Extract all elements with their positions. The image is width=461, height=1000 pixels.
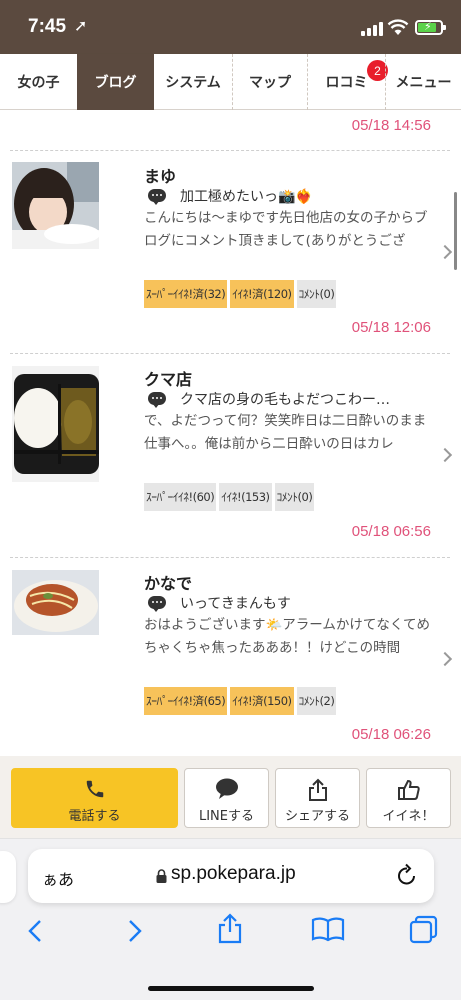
tab-blog[interactable]: ブログ (77, 54, 154, 110)
share-button[interactable]: シェアする (275, 768, 360, 828)
post-author: まゆ (144, 167, 177, 186)
post-date: 05/18 06:56 (351, 523, 431, 540)
chevron-right-icon[interactable] (437, 651, 453, 667)
post-excerpt: こんにちは〜まゆです先日他店の女の子からブログにコメント頂きまして(ありがとうご… (144, 210, 428, 249)
forward-icon[interactable] (124, 917, 144, 945)
chevron-right-icon[interactable] (437, 447, 453, 463)
share-label: シェアする (284, 809, 350, 824)
thumbs-up-icon (397, 779, 420, 800)
reaction-tags: ｽｰﾊﾟｰｲｲﾈ!済(65) ｲｲﾈ!済(150) ｺﾒﾝﾄ(2) (144, 687, 337, 715)
comment-button[interactable]: ｺﾒﾝﾄ(0) (296, 280, 337, 308)
post-author: かなで (144, 574, 193, 593)
wifi-icon (387, 19, 409, 35)
post-thumbnail[interactable] (12, 570, 99, 635)
chat-bubble-icon (215, 778, 238, 799)
share-icon (308, 778, 327, 801)
super-like-button[interactable]: ｽｰﾊﾟｰｲｲﾈ!(60) (144, 483, 217, 511)
post-title-row: 加工極めたいっ📸❤️‍🔥 (148, 186, 313, 206)
okonomiyaki-photo-icon (12, 570, 99, 635)
reaction-tags: ｽｰﾊﾟｰｲｲﾈ!(60) ｲｲﾈ!(153) ｺﾒﾝﾄ(0) (144, 483, 315, 511)
back-icon[interactable] (26, 917, 46, 945)
super-like-button[interactable]: ｽｰﾊﾟｰｲｲﾈ!済(65) (144, 687, 228, 715)
reader-text-size-button[interactable]: ぁあ (42, 866, 74, 890)
browser-bar: ぁあ sp.pokepara.jp (0, 838, 461, 1000)
reaction-tags: ｽｰﾊﾟｰｲｲﾈ!済(32) ｲｲﾈ!済(120) ｺﾒﾝﾄ(0) (144, 280, 337, 308)
blog-post[interactable]: クマ店 クマ店の身の毛もよだつこわー… で、よだつって何？笑笑昨日は二日酔いのま… (0, 354, 461, 557)
tab-map[interactable]: マップ (232, 54, 307, 110)
post-title: クマ店の身の毛もよだつこわー… (180, 392, 390, 408)
tab-label: ロコミ (325, 75, 368, 91)
address-bar[interactable]: ぁあ sp.pokepara.jp (28, 849, 434, 903)
comment-button[interactable]: ｺﾒﾝﾄ(0) (274, 483, 315, 511)
tab-girls[interactable]: 女の子 (0, 54, 77, 110)
post-thumbnail[interactable] (12, 366, 99, 482)
phone-icon (86, 780, 103, 798)
comment-bubble-icon (148, 596, 166, 612)
curry-photo-icon (12, 366, 99, 482)
tab-system[interactable]: システム (154, 54, 232, 110)
lock-icon (156, 869, 167, 883)
blog-feed: 05/18 14:56 まゆ 加工極めたいっ📸❤️‍🔥 こんにちは〜まゆです先日… (0, 110, 461, 756)
like-button[interactable]: ｲｲﾈ!(153) (219, 483, 272, 511)
like-label: イイネ！ (382, 809, 435, 824)
battery-icon: ⚡ (415, 20, 446, 35)
tabs-icon[interactable] (408, 915, 440, 945)
comment-bubble-icon (148, 189, 166, 205)
tab-label: マップ (249, 75, 291, 91)
post-excerpt: おはようございます🌤️アラームかけてなくてめちゃくちゃ焦ったあああ！！けどこの時… (144, 617, 430, 656)
like-page-button[interactable]: イイネ！ (366, 768, 451, 828)
url-text: sp.pokepara.jp (171, 863, 296, 884)
post-author: クマ店 (144, 370, 193, 389)
browser-toolbar (0, 913, 461, 957)
home-indicator (148, 986, 314, 991)
top-nav: 女の子 ブログ システム マップ ロコミ 2 メニュー (0, 54, 461, 110)
status-time: 7:45 (28, 16, 67, 37)
post-title: 加工極めたいっ📸❤️‍🔥 (180, 189, 313, 205)
comment-bubble-icon (148, 392, 166, 408)
chevron-right-icon[interactable] (437, 244, 453, 260)
tab-label: システム (165, 75, 221, 91)
reload-icon[interactable] (396, 863, 418, 887)
blog-post[interactable]: まゆ 加工極めたいっ📸❤️‍🔥 こんにちは〜まゆです先日他店の女の子からブログに… (0, 151, 461, 353)
post-excerpt: で、よだつって何？笑笑昨日は二日酔いのまま仕事へ。。俺は前から二日酔いの日はカレ (144, 413, 427, 452)
comment-button[interactable]: ｺﾒﾝﾄ(2) (296, 687, 337, 715)
tab-label: メニュー (395, 75, 452, 91)
post-date: 05/18 06:26 (351, 726, 431, 743)
line-button[interactable]: LINEする (184, 768, 269, 828)
tab-reviews[interactable]: ロコミ 2 (307, 54, 388, 110)
previous-tab-card[interactable] (0, 851, 16, 903)
tab-label: ブログ (94, 75, 137, 91)
post-title-row: いってきまんもす (148, 593, 291, 613)
line-label: LINEする (198, 809, 254, 824)
call-label: 電話する (68, 809, 121, 824)
action-bar: 電話する LINEする シェアする イイネ！ (0, 756, 461, 838)
blog-post[interactable]: かなで いってきまんもす おはようございます🌤️アラームかけてなくてめちゃくちゃ… (0, 558, 461, 756)
status-bar: 7:45 ➚ ⚡ (0, 0, 461, 54)
cellular-signal-icon (361, 22, 383, 36)
like-button[interactable]: ｲｲﾈ!済(150) (230, 687, 294, 715)
super-like-button[interactable]: ｽｰﾊﾟｰｲｲﾈ!済(32) (144, 280, 228, 308)
share-sheet-icon[interactable] (216, 913, 244, 945)
location-arrow-icon: ➚ (74, 16, 88, 35)
bookmarks-icon[interactable] (311, 915, 345, 943)
selfie-photo-icon (12, 162, 99, 249)
post-thumbnail[interactable] (12, 162, 99, 249)
tab-label: 女の子 (17, 75, 60, 91)
post-date: 05/18 12:06 (351, 319, 431, 336)
post-title-row: クマ店の身の毛もよだつこわー… (148, 389, 390, 409)
post-date: 05/18 14:56 (351, 117, 431, 134)
scrollbar[interactable] (454, 192, 457, 270)
post-title: いってきまんもす (180, 596, 291, 612)
call-button[interactable]: 電話する (11, 768, 178, 828)
tab-menu[interactable]: メニュー (385, 54, 461, 110)
like-button[interactable]: ｲｲﾈ!済(120) (230, 280, 294, 308)
